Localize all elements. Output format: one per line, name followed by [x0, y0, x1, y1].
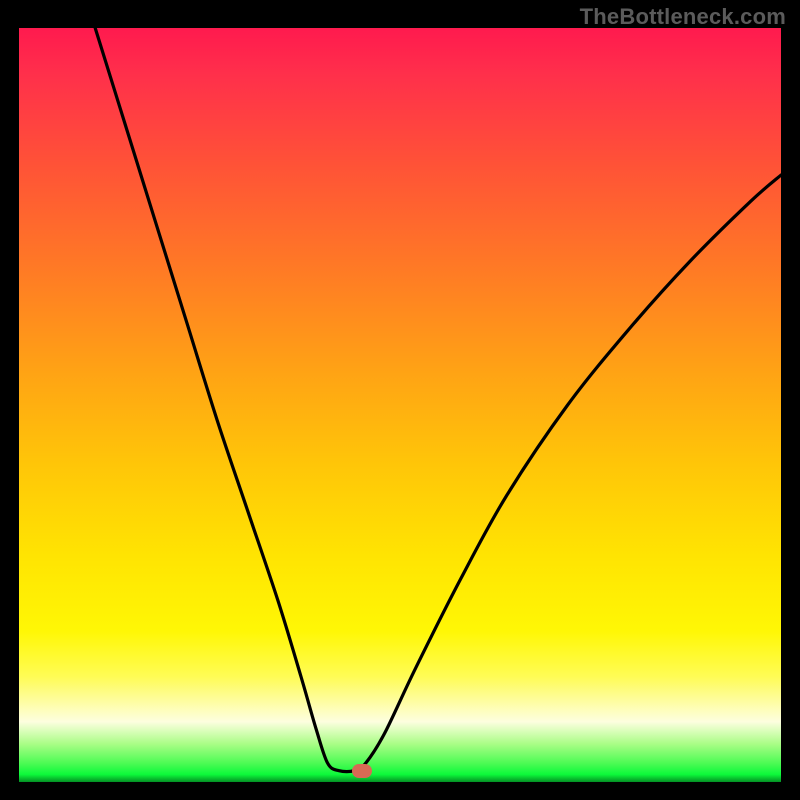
- optimal-point-marker: [352, 764, 372, 778]
- curve-layer: [19, 28, 781, 782]
- bottleneck-curve: [95, 28, 781, 772]
- plot-area: [19, 28, 781, 782]
- chart-container: TheBottleneck.com: [0, 0, 800, 800]
- watermark-text: TheBottleneck.com: [580, 4, 786, 30]
